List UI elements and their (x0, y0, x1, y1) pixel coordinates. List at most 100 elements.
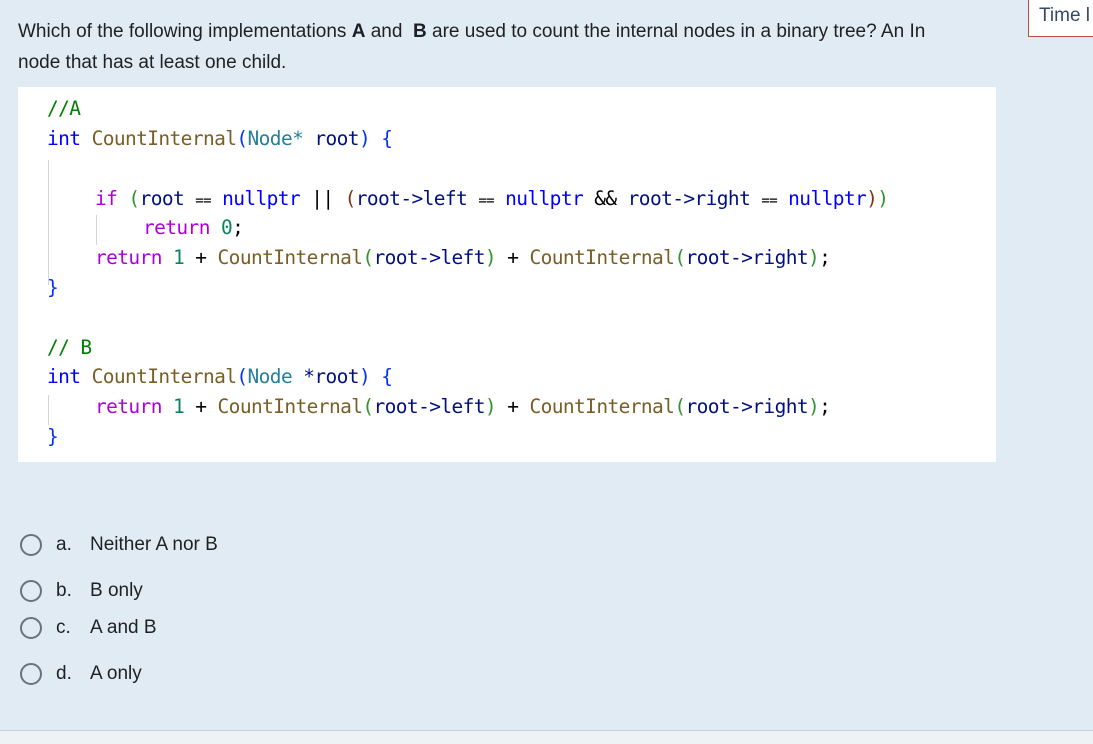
code-token: + (507, 246, 519, 269)
code-token: nullptr (788, 187, 867, 210)
code-token: root->left (355, 187, 468, 210)
code-token: { (381, 365, 393, 388)
code-token: { (381, 127, 393, 150)
code-token: Node* (247, 127, 304, 150)
answer-letter: a. (56, 534, 72, 555)
code-token: root->right (627, 187, 751, 210)
timer-label: Time l (1039, 5, 1091, 26)
radio-button-icon[interactable] (20, 617, 42, 639)
code-token: return (143, 216, 210, 239)
code-token: } (47, 276, 59, 299)
answer-text: A and B (90, 617, 157, 638)
code-line-comment-a: //A (47, 94, 81, 124)
code-token: ( (674, 395, 686, 418)
code-token: == (761, 193, 778, 209)
answer-letter: b. (56, 580, 72, 601)
code-token: int (47, 127, 81, 150)
code-token: CountInternal (529, 246, 675, 269)
code-token: root->left (373, 246, 486, 269)
code-token: ( (236, 365, 248, 388)
code-token: ( (236, 127, 248, 150)
code-line-close-b: } (47, 422, 59, 452)
code-token: return (95, 246, 162, 269)
code-token: nullptr (505, 187, 584, 210)
radio-button-icon[interactable] (20, 663, 42, 685)
code-line-return-zero: return 0; (143, 213, 244, 243)
answer-letter: c. (56, 617, 71, 638)
code-token: root (314, 127, 359, 150)
code-token: root->right (685, 246, 808, 269)
code-token: root->right (685, 395, 808, 418)
code-token: root->left (373, 395, 486, 418)
code-token: ) (484, 395, 497, 418)
question-bold-a: A (351, 21, 366, 42)
code-token: root (139, 187, 185, 210)
comment-a: //A (47, 97, 81, 120)
code-token: CountInternal (217, 395, 363, 418)
code-token: ) (484, 246, 497, 269)
code-token: CountInternal (529, 395, 675, 418)
code-token: 1 (172, 246, 185, 269)
code-line-signature-b: int CountInternal(Node *root) { (47, 362, 393, 392)
code-token: ( (362, 246, 374, 269)
code-token: ) (808, 395, 820, 418)
answer-text: Neither A nor B (90, 534, 218, 555)
code-token: + (507, 395, 519, 418)
code-token: || (311, 187, 334, 210)
code-token: ( (674, 246, 686, 269)
code-token: == (195, 193, 211, 209)
timer-box[interactable]: Time l (1028, 0, 1093, 37)
radio-button-icon[interactable] (20, 534, 42, 556)
code-token: ; (819, 246, 831, 269)
code-token: CountInternal (91, 127, 237, 150)
code-token: 1 (172, 395, 185, 418)
indent-guide (96, 215, 97, 245)
code-token: ) (358, 127, 371, 150)
footer-bar (0, 730, 1093, 744)
code-token: ; (232, 216, 244, 239)
code-token: ) (808, 246, 820, 269)
code-token: ; (819, 395, 831, 418)
indent-guide (48, 395, 49, 425)
answer-letter: d. (56, 663, 72, 684)
indent-guide (48, 160, 49, 285)
question-text: Which of the following implementations A… (18, 16, 1093, 78)
answer-text: B only (90, 580, 143, 601)
question-line-1: Which of the following implementations A… (18, 16, 1093, 47)
code-token: ( (344, 187, 357, 210)
code-line-close-a: } (47, 273, 59, 303)
question-text-part: and (365, 21, 413, 42)
code-token: ) (866, 187, 878, 210)
code-token: } (47, 425, 59, 448)
code-token: if (95, 187, 118, 210)
code-block: //A int CountInternal(Node* root) { if (… (18, 87, 996, 462)
code-token: Node (247, 365, 293, 388)
question-text-part: Which of the following implementations (18, 21, 352, 42)
question-bold-b: B (413, 21, 427, 42)
answer-option-c[interactable]: c. A and B (20, 613, 157, 643)
code-token: int (47, 365, 81, 388)
code-token: ) (358, 365, 371, 388)
code-token: CountInternal (91, 365, 237, 388)
answer-option-b[interactable]: b. B only (20, 576, 143, 606)
answer-option-d[interactable]: d. A only (20, 659, 142, 689)
code-token: ( (362, 395, 374, 418)
question-text-part: are used to count the internal nodes in … (426, 21, 926, 42)
code-token: == (478, 193, 494, 209)
code-token: return (95, 395, 162, 418)
comment-b: // B (47, 336, 92, 359)
answer-text: A only (90, 663, 142, 684)
code-line-signature-a: int CountInternal(Node* root) { (47, 124, 393, 154)
code-token: && (594, 187, 617, 210)
code-line-comment-b: // B (47, 333, 92, 363)
code-token: ( (128, 187, 140, 210)
question-line-2: node that has at least one child. (18, 52, 287, 73)
code-line-return-b: return 1 + CountInternal(root->left) + C… (95, 392, 831, 422)
code-token: 0 (220, 216, 233, 239)
code-token: *root (303, 365, 359, 388)
code-token: + (195, 246, 207, 269)
code-line-return-a: return 1 + CountInternal(root->left) + C… (95, 243, 831, 273)
answer-option-a[interactable]: a. Neither A nor B (20, 530, 218, 560)
radio-button-icon[interactable] (20, 580, 42, 602)
code-line-if: if (root == nullptr || (root->left == nu… (95, 184, 889, 216)
